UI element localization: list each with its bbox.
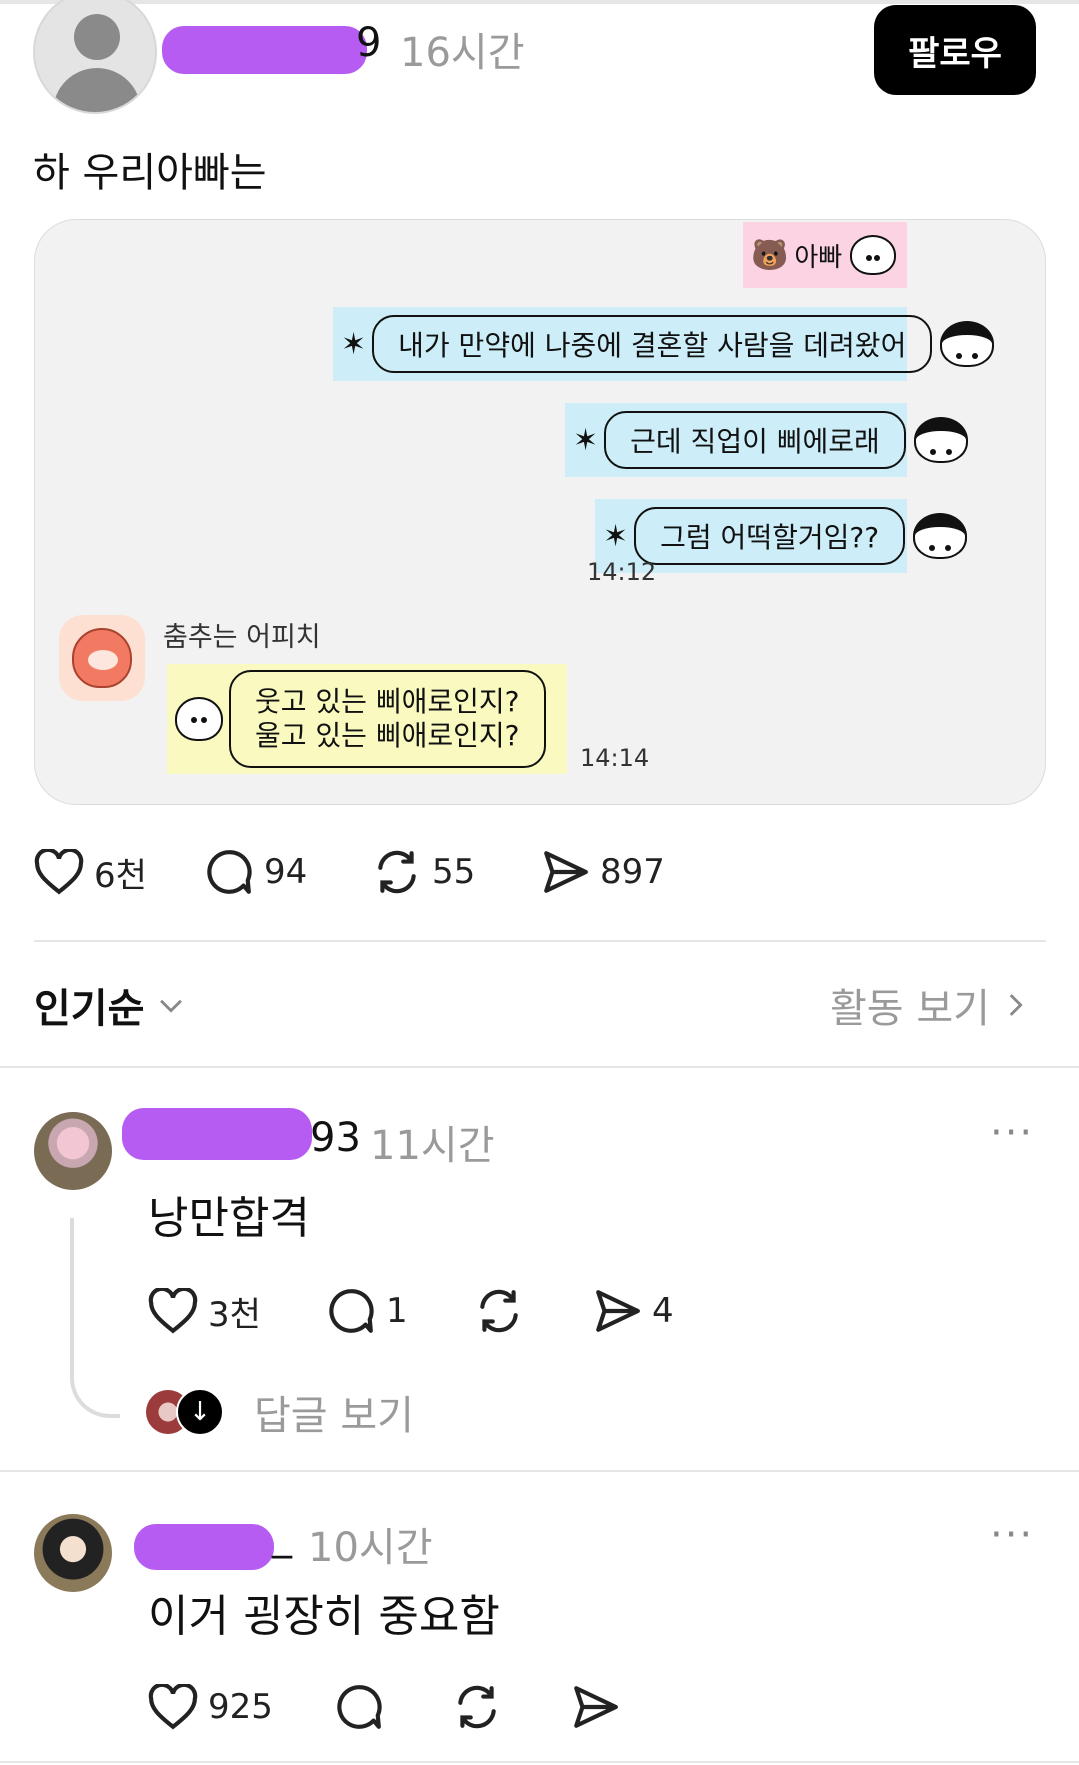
chat-message-right: ✶ 근데 직업이 삐에로래 [565,403,968,477]
like-button[interactable]: 3천 [148,1287,326,1336]
comment-actions: 3천 1 4 [148,1286,674,1336]
chat-message-left: 웃고 있는 삐애로인지? 울고 있는 삐애로인지? [167,664,567,774]
share-button[interactable]: 4 [592,1286,674,1336]
rabbit-character-icon [175,697,223,741]
share-count: 897 [600,852,665,892]
person-placeholder-icon [74,14,120,60]
share-icon [596,1290,640,1332]
character-face-icon [913,513,968,559]
comment-icon [207,850,252,894]
like-count: 6천 [94,855,147,896]
chat-message-text: 그럼 어떡할거임?? [634,507,906,565]
comment-time: 11시간 [370,1123,495,1169]
follow-button[interactable]: 팔로우 [874,5,1036,95]
chat-message-text: 내가 만약에 나중에 결혼할 사람을 데려왔어 [372,315,933,373]
comment-count: 94 [264,852,308,892]
character-face-icon [850,235,897,275]
like-count: 925 [208,1687,273,1727]
top-divider [0,0,1079,4]
comment-text: 낭만합격 [148,1193,310,1244]
comment-text: 이거 굉장히 중요함 [148,1591,500,1642]
activity-link-label: 활동 보기 [830,986,990,1032]
share-icon [544,851,588,893]
post-image-chat-screenshot[interactable]: 🐻 아빠 ✶ 내가 만약에 나중에 결혼할 사람을 데려왔어 ✶ 근데 직업이 … [34,219,1046,805]
chat-header-label: 아빠 [794,242,843,273]
character-face-icon [940,321,995,367]
commenter-username[interactable]: _ [272,1513,292,1559]
comment-actions: 925 [148,1682,630,1732]
post-text: 하 우리아빠는 [33,150,267,196]
heart-icon [148,1684,198,1730]
sender-avatar [59,615,145,701]
redacted-username [162,26,367,74]
section-divider [0,1066,1079,1068]
heart-icon [34,849,84,895]
sparkle-doodle-icon: ✶ [341,326,367,362]
view-replies-link[interactable]: 답글 보기 [254,1383,414,1441]
chat-reply-line: 웃고 있는 삐애로인지? [255,685,520,718]
sort-dropdown[interactable]: 인기순 [34,976,188,1034]
commenter-avatar[interactable] [34,1514,112,1592]
share-count: 4 [652,1291,674,1331]
repost-count: 55 [432,852,476,892]
post-actions: 6천 94 55 897 [34,847,665,897]
repost-button[interactable] [452,1682,570,1732]
repost-icon [480,1289,518,1333]
sort-label: 인기순 [34,986,145,1032]
chat-message-text: 근데 직업이 삐에로래 [604,411,906,469]
chat-time-left: 14:14 [580,744,650,772]
section-divider [0,1470,1079,1472]
repost-button[interactable] [474,1286,592,1336]
redacted-username [134,1524,274,1570]
commenter-username[interactable]: 93 [310,1115,361,1161]
chat-time-right: 14:12 [587,558,657,586]
more-icon[interactable]: ··· [990,1512,1034,1558]
thread-line [70,1218,120,1418]
redacted-username [122,1108,312,1160]
sparkle-doodle-icon: ✶ [603,518,629,554]
chat-header-bubble: 🐻 아빠 [743,222,907,288]
like-button[interactable]: 925 [148,1684,334,1730]
more-icon[interactable]: ··· [990,1110,1034,1156]
arrow-down-icon[interactable]: ↓ [176,1388,224,1436]
chat-reply-line: 울고 있는 삐애로인지? [255,719,520,752]
like-count: 3천 [208,1294,261,1335]
sparkle-doodle-icon: ✶ [573,422,599,458]
author-username[interactable]: 9 [356,20,381,66]
commenter-avatar[interactable] [34,1112,112,1190]
comment-icon [337,1685,382,1729]
peach-character-icon [72,628,132,688]
section-divider [0,1761,1079,1763]
comment-time: 10시간 [308,1525,433,1571]
chevron-down-icon [160,999,183,1013]
share-button[interactable]: 897 [540,847,665,897]
author-avatar[interactable] [33,0,157,114]
comment-button[interactable] [334,1682,452,1732]
sender-name: 춤추는 어피치 [163,622,321,653]
repost-icon [458,1685,496,1729]
share-icon [574,1686,618,1728]
like-button[interactable]: 6천 [34,848,204,897]
comment-count: 1 [386,1291,408,1331]
section-divider [34,940,1046,942]
post-time: 16시간 [400,30,525,76]
repost-button[interactable]: 55 [372,847,540,897]
activity-link[interactable]: 활동 보기 [830,976,1032,1034]
chevron-right-icon [1009,994,1023,1016]
bear-doodle-icon: 🐻 [751,237,789,273]
chat-message-right: ✶ 내가 만약에 나중에 결혼할 사람을 데려왔어 [333,307,995,381]
heart-icon [148,1288,198,1334]
comment-button[interactable]: 94 [204,847,372,897]
character-face-icon [913,417,968,463]
repost-icon [378,850,416,894]
share-button[interactable] [570,1682,630,1732]
comment-icon [329,1289,374,1333]
comment-button[interactable]: 1 [326,1286,474,1336]
